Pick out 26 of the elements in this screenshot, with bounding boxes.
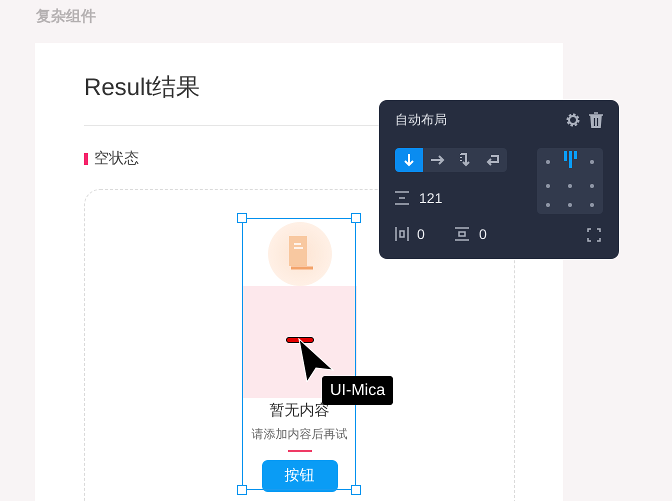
resize-handle[interactable]: [237, 485, 247, 495]
vertical-padding-value[interactable]: 0: [479, 224, 487, 244]
horizontal-padding-icon: [395, 227, 409, 241]
delete-icon[interactable]: [589, 112, 603, 128]
resize-handle[interactable]: [237, 213, 247, 223]
page-title: Result结果: [84, 74, 200, 101]
resize-corners-icon[interactable]: [587, 228, 601, 242]
direction-option[interactable]: [395, 148, 423, 172]
spacing-value[interactable]: 121: [419, 188, 442, 208]
drag-bar[interactable]: [286, 337, 314, 343]
spacing-icon: [395, 191, 409, 205]
vertical-padding-icon: [455, 227, 469, 241]
tooltip-label: UI-Mica: [322, 376, 394, 405]
section-marker: [84, 153, 88, 165]
resize-handle[interactable]: [351, 213, 361, 223]
horizontal-padding-value[interactable]: 0: [417, 224, 455, 244]
settings-icon[interactable]: [565, 112, 581, 128]
section-title: 空状态: [94, 148, 139, 169]
alignment-bars-icon[interactable]: [564, 151, 576, 170]
return-arrow-icon: [485, 152, 501, 168]
accent-line: [288, 450, 312, 452]
cursor-icon: [298, 338, 334, 382]
panel-title: 自动布局: [395, 111, 448, 130]
resize-handle[interactable]: [351, 485, 361, 495]
empty-description: 请添加内容后再试: [252, 426, 348, 444]
breadcrumb: 复杂组件: [36, 6, 96, 27]
